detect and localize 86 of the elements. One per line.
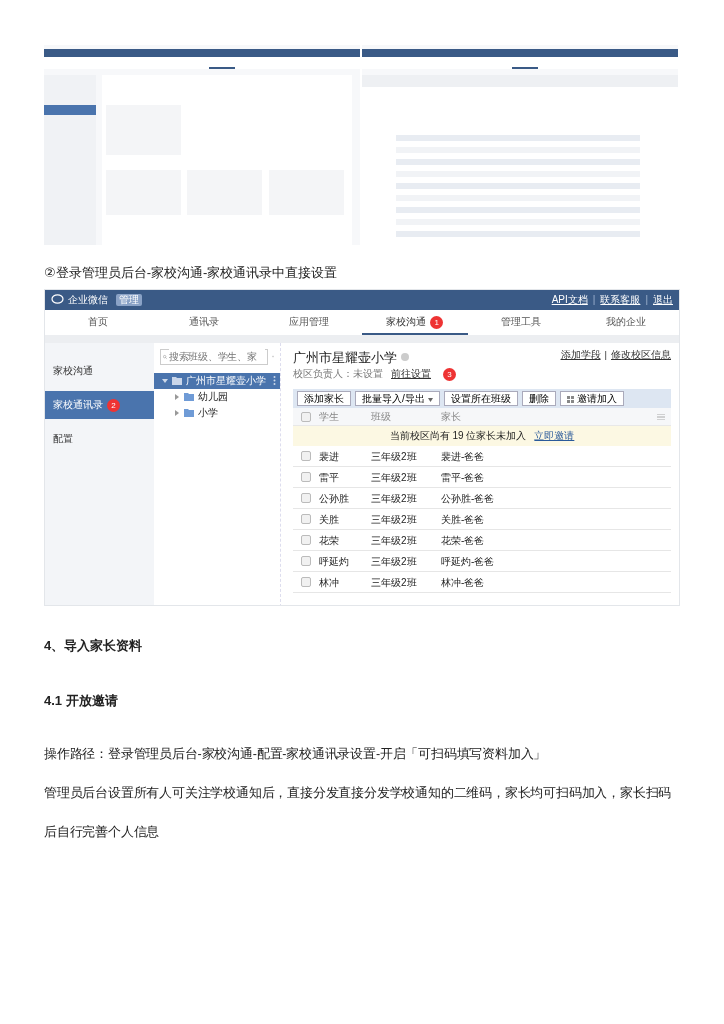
- table-cell-text: 关胜-爸爸: [441, 512, 485, 527]
- manager-label: 校区负责人：未设置: [293, 367, 383, 381]
- nav-tab[interactable]: 首页: [45, 309, 151, 335]
- expand-arrow-icon: [174, 409, 180, 416]
- step-badge: 1: [430, 315, 444, 329]
- info-icon[interactable]: [401, 353, 409, 362]
- tree-label: 广州市星耀壶小学: [186, 374, 266, 388]
- expand-arrow-icon: [174, 393, 180, 400]
- separator: |: [592, 293, 596, 307]
- table-cell-text: 三年级2班: [371, 575, 418, 590]
- column-header: 家长: [441, 410, 461, 425]
- tree-node[interactable]: 广州市星耀壶小学: [154, 372, 280, 389]
- toolbar-button[interactable]: 批量导入/导出: [355, 391, 440, 407]
- header-link[interactable]: 联系客服: [600, 292, 641, 307]
- paragraph: 管理员后台设置所有人可关注学校通知后，直接分发直接分发学校通知的二维码，家长均可扫码加入，家长扫码后自行完善个人信息: [44, 784, 673, 841]
- table-cell-text: 公孙胜-爸爸: [441, 491, 495, 506]
- table-cell-text: 雷平-爸爸: [441, 470, 485, 485]
- toolbar-button[interactable]: 邀请加入: [559, 391, 624, 407]
- table-cell-text: 花荣-爸爸: [441, 533, 485, 548]
- collapse-arrow-icon: [162, 377, 168, 384]
- table-cell-text: 裴进: [319, 449, 340, 464]
- sidebar-item[interactable]: 配置: [45, 424, 154, 453]
- table-cell-text: 三年级2班: [371, 512, 418, 527]
- paragraph: 操作路径：登录管理员后台-家校沟通-配置-家校通讯录设置-开启「可扫码填写资料加入」: [44, 745, 548, 763]
- table-cell-text: 呼延灼-爸爸: [441, 554, 495, 569]
- invite-link[interactable]: 立即邀请: [534, 430, 575, 442]
- school-link[interactable]: 修改校区信息: [611, 347, 671, 362]
- grid-icon: [566, 396, 574, 404]
- table-cell-text: 三年级2班: [371, 533, 418, 548]
- sidebar-item[interactable]: 家校通讯录 2: [45, 390, 154, 419]
- table-cell-text: 裴进-爸爸: [441, 449, 485, 464]
- tree-node[interactable]: 幼儿园: [160, 388, 274, 405]
- select-all-checkbox[interactable]: [301, 411, 311, 422]
- caption: ②登录管理员后台-家校沟通-家校通讯录中直接设置: [44, 264, 339, 282]
- nav-tab[interactable]: 管理工具: [467, 309, 574, 335]
- separator: |: [645, 293, 648, 307]
- row-checkbox[interactable]: [301, 556, 311, 567]
- column-header: 学生: [319, 410, 340, 425]
- row-checkbox[interactable]: [301, 451, 311, 462]
- table-cell-text: 呼延灼: [319, 554, 350, 569]
- table-cell-text: 林冲: [319, 575, 340, 590]
- search-field[interactable]: 搜索班级、学生、家: [160, 348, 268, 365]
- row-checkbox[interactable]: [301, 535, 311, 546]
- sidebar-item[interactable]: 家校沟通: [45, 356, 154, 385]
- table-cell-text: 三年级2班: [371, 449, 418, 464]
- separator: |: [604, 347, 607, 362]
- notice-text: 当前校区尚有 19 位家长未加入: [389, 430, 527, 442]
- caret-icon: [427, 397, 433, 402]
- search-icon: [163, 352, 167, 361]
- table-cell-text: 花荣: [319, 533, 340, 548]
- tree-label: 小学: [198, 406, 218, 420]
- toolbar-button[interactable]: 删除: [521, 391, 556, 407]
- table-cell-text: 三年级2班: [371, 491, 418, 506]
- app-logo: 企业微信: [68, 293, 108, 307]
- column-menu-icon[interactable]: [657, 413, 665, 420]
- step-badge: 3: [443, 367, 456, 381]
- tree-label: 幼儿园: [198, 390, 228, 404]
- nav-tab[interactable]: 应用管理: [256, 309, 362, 335]
- nav-tab[interactable]: 我的企业: [573, 309, 679, 335]
- tree-node[interactable]: 小学: [160, 404, 274, 421]
- settings-link[interactable]: 前往设置: [391, 367, 431, 382]
- toolbar-button[interactable]: 添加家长: [297, 391, 351, 407]
- row-checkbox[interactable]: [301, 577, 311, 588]
- step-badge: 2: [107, 399, 120, 412]
- table-cell-text: 关胜: [319, 512, 340, 527]
- header-link[interactable]: API文档: [551, 292, 588, 307]
- row-checkbox[interactable]: [301, 472, 311, 483]
- table-cell-text: 林冲-爸爸: [441, 575, 485, 590]
- section-heading: 4、导入家长资料: [44, 636, 144, 655]
- table-cell-text: 雷平: [319, 470, 340, 485]
- toolbar-button[interactable]: 设置所在班级: [443, 391, 518, 407]
- table-cell-text: 公孙胜: [319, 491, 350, 506]
- table-cell-text: 三年级2班: [371, 554, 418, 569]
- nav-tab[interactable]: 家校沟通 1: [362, 309, 468, 335]
- nav-tab[interactable]: 通讯录: [150, 309, 257, 335]
- row-checkbox[interactable]: [301, 493, 311, 504]
- more-icon[interactable]: [273, 376, 276, 385]
- table-cell-text: 三年级2班: [371, 470, 418, 485]
- admin-badge: 管理: [116, 293, 142, 306]
- school-link[interactable]: 添加学段: [560, 347, 601, 362]
- chat-bubble-icon: [51, 294, 64, 305]
- row-checkbox[interactable]: [301, 514, 311, 525]
- subsection-heading: 4.1 开放邀请: [44, 692, 119, 710]
- header-link[interactable]: 退出: [653, 292, 673, 307]
- column-header: 班级: [371, 410, 392, 425]
- school-name: 广州市星耀壶小学: [293, 348, 397, 367]
